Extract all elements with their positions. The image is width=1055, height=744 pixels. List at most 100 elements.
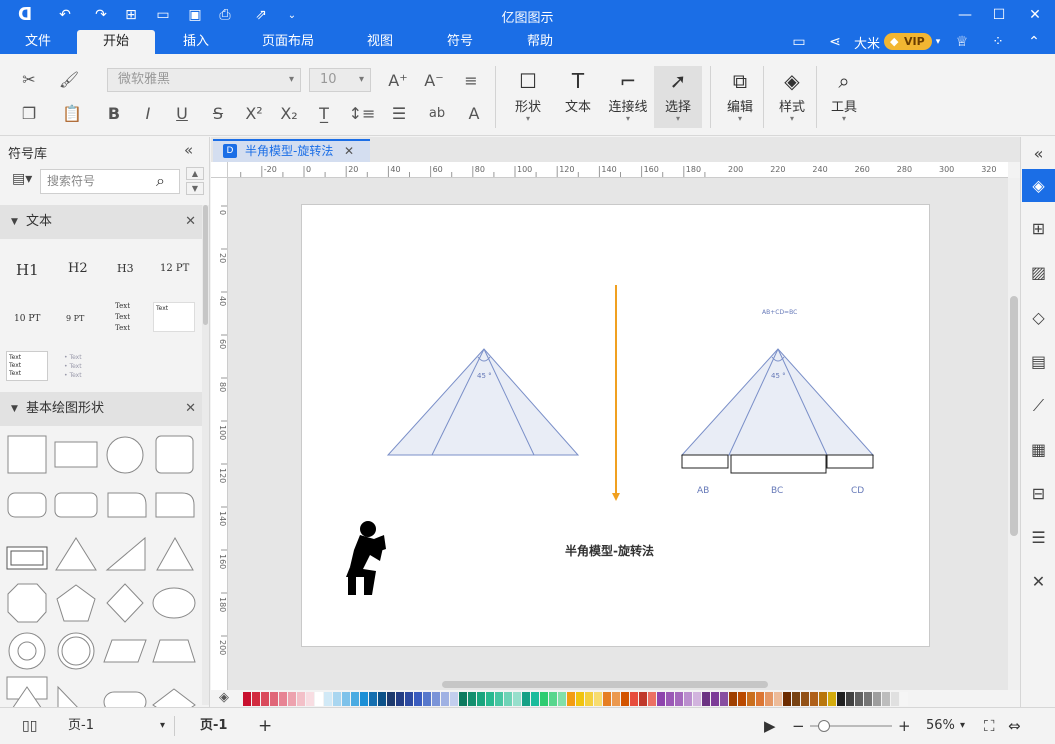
close-section-icon[interactable]: ✕ (185, 205, 196, 239)
color-swatch[interactable] (333, 692, 341, 706)
chart-icon[interactable]: ⟋ (1022, 389, 1055, 422)
font-size-select[interactable]: 10 (309, 68, 371, 92)
color-swatch[interactable] (450, 692, 458, 706)
scroll-down-icon[interactable]: ▼ (186, 182, 204, 195)
color-swatch[interactable] (855, 692, 863, 706)
apps-icon[interactable]: ⁘ (986, 30, 1010, 54)
page-icon[interactable]: ▤ (1022, 345, 1055, 378)
right-triangle-shape-2[interactable] (57, 685, 82, 707)
format-painter-icon[interactable]: 🖌 (58, 68, 80, 90)
color-swatch[interactable] (414, 692, 422, 706)
maximize-button[interactable]: ☐ (982, 0, 1016, 30)
bullet-text-sample[interactable]: • Text • Text • Text (64, 353, 82, 380)
square-shape[interactable] (7, 435, 47, 474)
color-swatch[interactable] (621, 692, 629, 706)
export-icon[interactable]: ⇗ (246, 0, 276, 30)
text-block-sample[interactable]: Text Text Text (115, 301, 130, 334)
text-section-header[interactable]: 文本✕ (0, 205, 202, 239)
italic-icon[interactable]: I (138, 102, 158, 124)
library-menu-icon[interactable]: ▤▾ (12, 171, 32, 187)
scroll-up-icon[interactable]: ▲ (186, 167, 204, 180)
color-swatch[interactable] (702, 692, 710, 706)
user-name[interactable]: 大米 (852, 30, 882, 54)
color-swatch[interactable] (684, 692, 692, 706)
color-swatch[interactable] (819, 692, 827, 706)
color-swatch[interactable] (387, 692, 395, 706)
right-triangle-shape[interactable] (105, 536, 146, 571)
color-swatch[interactable] (882, 692, 890, 706)
color-swatch[interactable] (594, 692, 602, 706)
rectangle-shape[interactable] (54, 441, 98, 468)
tab-insert[interactable]: 插入 (170, 30, 222, 54)
document-tab[interactable]: D 半角模型-旋转法 ✕ (213, 139, 370, 162)
open-folder-icon[interactable]: ▭ (150, 0, 176, 30)
color-swatch[interactable] (774, 692, 782, 706)
account-chevron-icon[interactable]: ▾ (932, 30, 944, 54)
font-color-icon[interactable]: A (460, 102, 488, 124)
color-swatch[interactable] (666, 692, 674, 706)
ellipse-shape[interactable] (152, 587, 196, 619)
round-corner-shape-2[interactable] (155, 492, 195, 518)
customize-chevron-icon[interactable]: ⌄ (282, 0, 302, 30)
h3-sample[interactable]: H3 (117, 262, 134, 275)
color-swatch[interactable] (711, 692, 719, 706)
page-tab[interactable]: 页-1 (200, 708, 227, 744)
octagon-shape[interactable] (7, 583, 47, 623)
pentagon-shape[interactable] (56, 584, 96, 622)
color-swatch[interactable] (270, 692, 278, 706)
color-swatch[interactable] (261, 692, 269, 706)
text-button[interactable]: T 文本 (554, 66, 602, 128)
zoom-chevron-icon[interactable]: ▾ (960, 708, 965, 744)
library-scroll-thumb[interactable] (203, 205, 208, 325)
search-icon[interactable]: ⌕ (156, 171, 165, 191)
color-swatch[interactable] (585, 692, 593, 706)
horizontal-scrollbar[interactable] (228, 679, 1008, 690)
color-swatch[interactable] (369, 692, 377, 706)
table-icon[interactable]: ▦ (1022, 433, 1055, 466)
color-swatch[interactable] (486, 692, 494, 706)
tab-file[interactable]: 文件 (14, 30, 62, 54)
style-button[interactable]: ◈ 样式 ▾ (768, 66, 816, 128)
color-swatch[interactable] (891, 692, 899, 706)
color-swatch[interactable] (243, 692, 251, 706)
shape-button[interactable]: ☐ 形状 ▾ (504, 66, 552, 128)
pill-shape[interactable] (103, 691, 147, 707)
12pt-sample[interactable]: 12 PT (160, 263, 189, 274)
color-swatch[interactable] (432, 692, 440, 706)
color-swatch[interactable] (468, 692, 476, 706)
color-swatch[interactable] (306, 692, 314, 706)
color-swatch[interactable] (873, 692, 881, 706)
color-swatch[interactable] (765, 692, 773, 706)
color-swatch[interactable] (360, 692, 368, 706)
layers-icon[interactable]: ◇ (1022, 301, 1055, 334)
subscript-icon[interactable]: X₂ (277, 102, 301, 124)
tab-page-layout[interactable]: 页面布局 (250, 30, 326, 54)
fit-width-icon[interactable]: ⇔ (1008, 708, 1021, 744)
h2-sample[interactable]: H2 (68, 261, 88, 276)
image-icon[interactable]: ▨ (1022, 256, 1055, 289)
10pt-sample[interactable]: 10 PT (14, 314, 40, 324)
color-swatch[interactable] (828, 692, 836, 706)
strikethrough-icon[interactable]: S (208, 102, 228, 124)
increase-font-icon[interactable]: A⁺ (386, 68, 410, 92)
color-swatch[interactable] (720, 692, 728, 706)
color-swatch[interactable] (441, 692, 449, 706)
page-view-icon[interactable]: ▯▯ (22, 708, 37, 744)
grid-icon[interactable]: ⊞ (1022, 212, 1055, 245)
color-swatch[interactable] (792, 692, 800, 706)
trapezoid-shape[interactable] (152, 639, 196, 663)
connector-button[interactable]: ⌐ 连接线 ▾ (604, 66, 652, 128)
horizontal-scroll-thumb[interactable] (442, 681, 768, 688)
tab-help[interactable]: 帮助 (515, 30, 565, 54)
rounded-square-shape[interactable] (155, 435, 194, 474)
copy-icon[interactable]: ❐ (18, 102, 40, 124)
cut-icon[interactable]: ✂ (18, 68, 40, 90)
parallelogram-shape[interactable] (103, 639, 147, 663)
save-icon[interactable]: ▣ (182, 0, 208, 30)
color-swatch[interactable] (459, 692, 467, 706)
color-swatch[interactable] (693, 692, 701, 706)
close-tab-icon[interactable]: ✕ (344, 141, 354, 162)
fill-color-icon[interactable]: ◈ (219, 690, 229, 705)
list-icon[interactable]: ☰ (1022, 521, 1055, 554)
color-swatch[interactable] (477, 692, 485, 706)
